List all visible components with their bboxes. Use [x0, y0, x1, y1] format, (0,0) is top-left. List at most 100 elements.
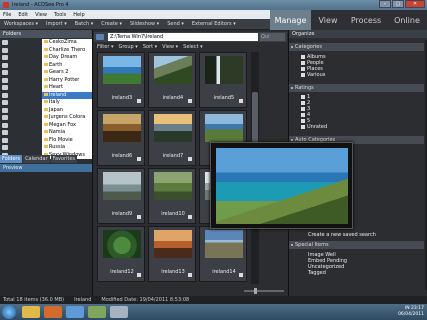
- folder-item[interactable]: Gears 2: [42, 69, 92, 77]
- folder-item[interactable]: Namia: [42, 129, 92, 137]
- folder-item[interactable]: Day Dream: [42, 54, 92, 62]
- quick-search-input[interactable]: Qui: [260, 33, 285, 41]
- path-input[interactable]: Z:\Tema Win7\Ireland: [108, 33, 258, 41]
- tab-manage[interactable]: Manage: [270, 10, 311, 30]
- thumbnail[interactable]: ireland9: [97, 168, 145, 224]
- menu-edit[interactable]: Edit: [18, 12, 28, 18]
- thumbnail-checkbox[interactable]: [137, 273, 141, 277]
- thumbnail-checkbox[interactable]: [188, 215, 192, 219]
- thumbnail-checkbox[interactable]: [239, 99, 243, 103]
- thumbnail-checkbox[interactable]: [137, 99, 141, 103]
- drive-icon: [2, 145, 8, 150]
- folder-item[interactable]: Japan: [42, 107, 92, 115]
- view-menu[interactable]: View ▾: [162, 44, 178, 50]
- status-folder: Ireland: [74, 297, 92, 303]
- app-taskbar-icon[interactable]: [88, 306, 106, 318]
- menu-help[interactable]: Help: [73, 12, 84, 18]
- tab-folders[interactable]: Folders: [0, 155, 23, 163]
- folder-item[interactable]: Earth: [42, 62, 92, 70]
- tab-online[interactable]: Online: [387, 10, 427, 30]
- checkbox[interactable]: [301, 67, 305, 71]
- folder-item[interactable]: Flo Movie: [42, 137, 92, 145]
- thumbnail[interactable]: ireland7: [148, 110, 196, 166]
- checkbox[interactable]: [301, 101, 305, 105]
- tray-date[interactable]: 06/04/2011: [398, 312, 424, 317]
- external-editors-menu[interactable]: External Editors ▾: [192, 21, 236, 27]
- thumbnail[interactable]: ireland3: [97, 52, 145, 108]
- workspaces-menu[interactable]: Workspaces ▾: [4, 21, 38, 27]
- folder-nav-icon[interactable]: [96, 34, 104, 40]
- thumbnail[interactable]: ireland5: [199, 52, 247, 108]
- thumbnail-checkbox[interactable]: [239, 273, 243, 277]
- slideshow-menu[interactable]: Slideshow ▾: [130, 21, 159, 27]
- checkbox[interactable]: [301, 113, 305, 117]
- folder-icon: [44, 122, 48, 126]
- send-menu[interactable]: Send ▾: [167, 21, 184, 27]
- ratings-header[interactable]: Ratings: [289, 84, 424, 92]
- folder-item[interactable]: Ireland: [42, 91, 92, 99]
- folder-label: Heart: [49, 84, 63, 90]
- thumbnail[interactable]: ireland4: [148, 52, 196, 108]
- thumbnail-checkbox[interactable]: [137, 157, 141, 161]
- drive-icon: [2, 122, 8, 128]
- checkbox[interactable]: [301, 107, 305, 111]
- thumbnail[interactable]: ireland6: [97, 110, 145, 166]
- folder-item[interactable]: Russia: [42, 144, 92, 152]
- thumbnail-checkbox[interactable]: [188, 99, 192, 103]
- checkbox[interactable]: [301, 61, 305, 65]
- thumbnail[interactable]: ireland12: [97, 226, 145, 282]
- tray-language[interactable]: IN: [405, 306, 410, 311]
- close-button[interactable]: ✕: [405, 0, 425, 8]
- tab-process[interactable]: Process: [345, 10, 387, 30]
- folder-item[interactable]: Megan Fox: [42, 122, 92, 130]
- special-item[interactable]: Tagged: [308, 270, 347, 276]
- folder-item[interactable]: Charlize Thero: [42, 47, 92, 55]
- zoom-slider[interactable]: [244, 288, 284, 294]
- tab-favorites[interactable]: Favorites: [50, 155, 78, 163]
- start-button[interactable]: [2, 305, 16, 319]
- menu-tools[interactable]: Tools: [54, 12, 66, 18]
- folder-item[interactable]: Italy: [42, 99, 92, 107]
- checkbox[interactable]: [301, 125, 305, 129]
- explorer-taskbar-icon[interactable]: [22, 306, 40, 318]
- batch-menu[interactable]: Batch ▾: [75, 21, 93, 27]
- thumbnail-checkbox[interactable]: [188, 273, 192, 277]
- import-menu[interactable]: Import ▾: [46, 21, 67, 27]
- categories-header[interactable]: Categories: [289, 43, 424, 51]
- image-preview-popup: [210, 142, 353, 229]
- menu-file[interactable]: File: [3, 12, 11, 18]
- acdsee-taskbar-icon[interactable]: [110, 306, 128, 318]
- tray-time[interactable]: 23:17: [411, 306, 424, 311]
- media-player-taskbar-icon[interactable]: [44, 306, 62, 318]
- checkbox[interactable]: [301, 73, 305, 77]
- zoom-slider-handle[interactable]: [254, 288, 257, 294]
- rating-item[interactable]: Unrated: [301, 124, 327, 130]
- tab-view[interactable]: View: [311, 10, 345, 30]
- special-items-header[interactable]: Special Items: [289, 241, 424, 249]
- thumbnail[interactable]: ireland10: [148, 168, 196, 224]
- sort-menu[interactable]: Sort ▾: [143, 44, 157, 50]
- thumbnail[interactable]: ireland13: [148, 226, 196, 282]
- minimize-button[interactable]: –: [379, 0, 391, 8]
- checkbox[interactable]: [301, 119, 305, 123]
- create-menu[interactable]: Create ▾: [101, 21, 122, 27]
- group-menu[interactable]: Group ▾: [118, 44, 137, 50]
- folder-item[interactable]: CeskoZima: [42, 39, 92, 47]
- thumbnail-checkbox[interactable]: [188, 157, 192, 161]
- browser-taskbar-icon[interactable]: [66, 306, 84, 318]
- folder-item[interactable]: Harry Potter: [42, 77, 92, 85]
- thumbnail[interactable]: ireland14: [199, 226, 247, 282]
- folder-item[interactable]: Jurgens Colora: [42, 114, 92, 122]
- category-item[interactable]: Various: [301, 72, 326, 78]
- checkbox[interactable]: [301, 95, 305, 99]
- select-menu[interactable]: Select ▾: [183, 44, 203, 50]
- create-saved-search-link[interactable]: Create a new saved search: [308, 232, 376, 238]
- maximize-button[interactable]: ▢: [392, 0, 404, 8]
- thumbnail-checkbox[interactable]: [137, 215, 141, 219]
- menu-view[interactable]: View: [35, 12, 47, 18]
- checkbox[interactable]: [301, 55, 305, 59]
- drive-icon: [2, 92, 8, 98]
- tab-calendar[interactable]: Calendar: [23, 155, 50, 163]
- filter-menu[interactable]: Filter ▾: [97, 44, 113, 50]
- folder-item[interactable]: Heart: [42, 84, 92, 92]
